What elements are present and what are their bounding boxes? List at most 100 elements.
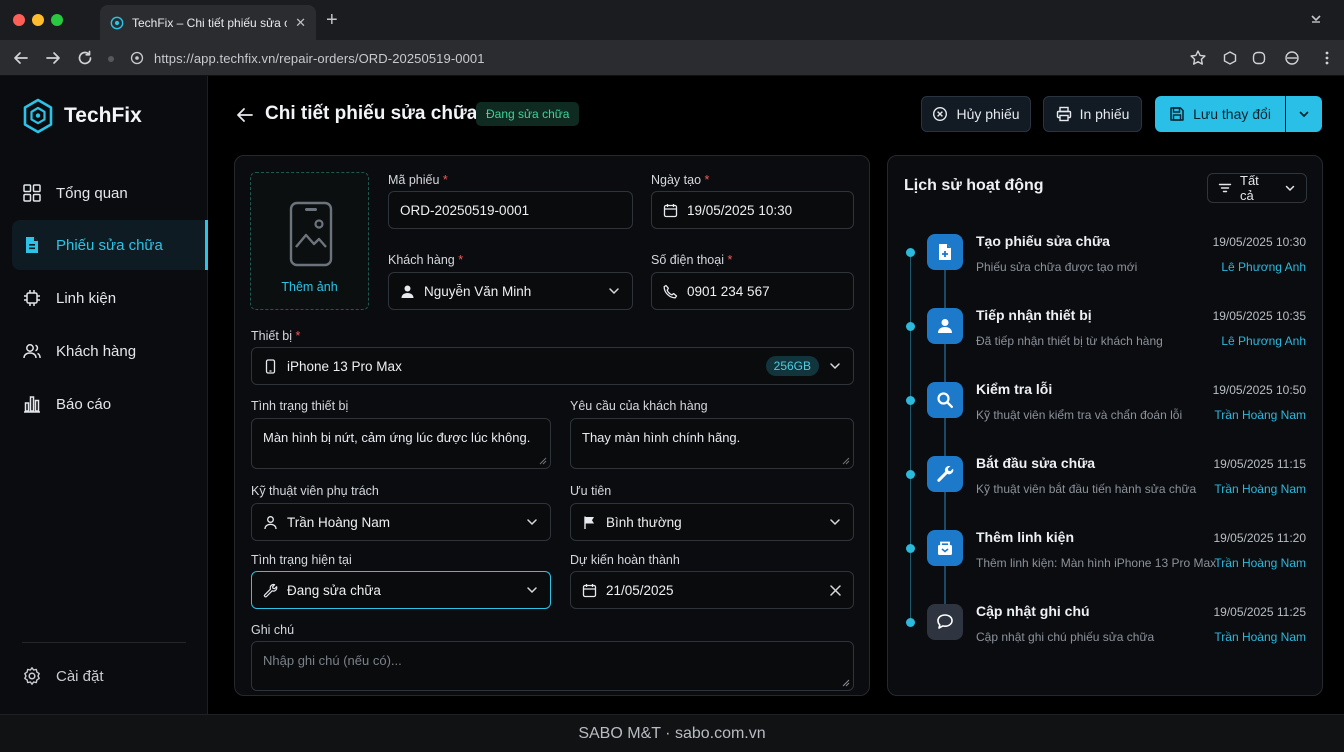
- event-user-link[interactable]: Trần Hoàng Nam: [1214, 408, 1306, 422]
- event-time: 19/05/2025 10:35: [1212, 309, 1306, 323]
- clear-icon[interactable]: [829, 584, 842, 597]
- chevron-down-icon: [830, 363, 840, 370]
- condition-value: Màn hình bị nứt, cảm ứng lúc được lúc kh…: [263, 430, 531, 445]
- due-date-field[interactable]: 21/05/2025: [570, 571, 854, 609]
- order-code-label-text: Mã phiếu: [388, 173, 440, 187]
- maximize-window-button[interactable]: [51, 14, 63, 26]
- resize-grip-icon[interactable]: [841, 456, 850, 465]
- status-badge: Đang sửa chữa: [476, 102, 580, 126]
- new-tab-button[interactable]: +: [326, 10, 338, 30]
- event-time: 19/05/2025 11:25: [1213, 605, 1306, 619]
- tab-list-chevron-icon[interactable]: [1310, 12, 1322, 24]
- tab-close-icon[interactable]: ✕: [295, 15, 306, 31]
- sidebar-item-overview[interactable]: Tổng quan: [12, 168, 208, 218]
- browser-back-icon[interactable]: [12, 49, 30, 67]
- event-user-link[interactable]: Trần Hoàng Nam: [1214, 630, 1306, 644]
- order-code-label: Mã phiếu *: [388, 173, 448, 187]
- activity-filter-select[interactable]: Tất cả: [1207, 173, 1307, 203]
- cancel-order-button[interactable]: Hủy phiếu: [921, 96, 1031, 132]
- technician-select[interactable]: Trần Hoàng Nam: [251, 503, 551, 541]
- event-title: Tiếp nhận thiết bị: [976, 307, 1092, 323]
- customer-select[interactable]: Nguyễn Văn Minh: [388, 272, 633, 310]
- request-value: Thay màn hình chính hãng.: [582, 430, 741, 445]
- minimize-window-button[interactable]: [32, 14, 44, 26]
- sidebar-item-reports[interactable]: Báo cáo: [12, 379, 208, 429]
- required-mark: *: [727, 253, 733, 267]
- phone-image-icon: [289, 201, 333, 267]
- resize-grip-icon[interactable]: [538, 456, 547, 465]
- required-mark: *: [704, 173, 710, 187]
- shield-extension-icon[interactable]: [1250, 49, 1268, 67]
- note-label: Ghi chú: [251, 623, 295, 637]
- calendar-icon: [582, 583, 597, 597]
- priority-select[interactable]: Bình thường: [570, 503, 854, 541]
- due-date-value: 21/05/2025: [606, 582, 674, 598]
- timeline-dot: [906, 618, 915, 627]
- phone-label: Số điện thoại *: [651, 253, 732, 267]
- sidebar-item-customers[interactable]: Khách hàng: [12, 326, 208, 376]
- order-code-field[interactable]: ORD-20250519-0001: [388, 191, 633, 229]
- browser-tab[interactable]: TechFix – Chi tiết phiếu sửa chữa ✕: [100, 5, 316, 40]
- resize-grip-icon[interactable]: [841, 678, 850, 687]
- wrench-icon: [937, 465, 954, 482]
- brand-logo[interactable]: TechFix: [22, 98, 142, 134]
- close-window-button[interactable]: [13, 14, 25, 26]
- save-options-dropdown[interactable]: [1286, 96, 1322, 132]
- sidebar-item-parts[interactable]: Linh kiện: [12, 273, 208, 323]
- save-changes-button[interactable]: Lưu thay đổi: [1155, 96, 1285, 132]
- back-arrow-icon[interactable]: [234, 104, 256, 126]
- due-date-label: Dự kiến hoàn thành: [570, 553, 680, 567]
- phone-label-text: Số điện thoại: [651, 253, 724, 267]
- phone-icon: [663, 284, 678, 298]
- event-title: Tạo phiếu sửa chữa: [976, 233, 1110, 249]
- sidebar-item-label: Báo cáo: [56, 395, 112, 413]
- profile-icon[interactable]: [1283, 49, 1301, 67]
- site-info-icon[interactable]: [130, 51, 144, 65]
- request-textarea[interactable]: Thay màn hình chính hãng.: [570, 418, 854, 469]
- event-user-link[interactable]: Trần Hoàng Nam: [1214, 482, 1306, 496]
- browser-menu-icon[interactable]: [1318, 49, 1336, 67]
- event-time: 19/05/2025 11:20: [1213, 531, 1306, 545]
- condition-textarea[interactable]: Màn hình bị nứt, cảm ứng lúc được lúc kh…: [251, 418, 551, 469]
- event-user-link[interactable]: Lê Phương Anh: [1221, 260, 1306, 274]
- phone-field[interactable]: 0901 234 567: [651, 272, 854, 310]
- print-button[interactable]: In phiếu: [1043, 96, 1142, 132]
- timeline-event-icon: [927, 456, 963, 492]
- smartphone-icon: [265, 358, 276, 374]
- tab-title: TechFix – Chi tiết phiếu sửa chữa: [132, 15, 287, 30]
- cancel-order-label: Hủy phiếu: [956, 106, 1020, 122]
- device-label-text: Thiết bị: [251, 329, 292, 343]
- event-user-link[interactable]: Lê Phương Anh: [1221, 334, 1306, 348]
- current-status-select[interactable]: Đang sửa chữa: [251, 571, 551, 609]
- extension-icon[interactable]: [1221, 49, 1239, 67]
- url-field[interactable]: https://app.techfix.vn/repair-orders/ORD…: [130, 46, 485, 70]
- browser-reload-icon[interactable]: [76, 49, 94, 67]
- activity-title: Lịch sử hoạt động: [904, 177, 1044, 194]
- event-description: Đã tiếp nhận thiết bị từ khách hàng: [976, 334, 1163, 348]
- bookmark-star-icon[interactable]: [1189, 49, 1207, 67]
- techfix-logo-icon: [23, 98, 53, 134]
- chat-icon: [937, 614, 953, 629]
- sidebar-item-repair-orders[interactable]: Phiếu sửa chữa: [12, 220, 208, 270]
- event-title: Bắt đầu sửa chữa: [976, 455, 1096, 471]
- browser-address-bar: https://app.techfix.vn/repair-orders/ORD…: [0, 40, 1344, 76]
- current-status-value: Đang sửa chữa: [287, 582, 381, 598]
- sidebar-item-label: Tổng quan: [56, 184, 128, 202]
- url-text: https://app.techfix.vn/repair-orders/ORD…: [154, 50, 485, 66]
- event-time: 19/05/2025 10:30: [1212, 235, 1306, 249]
- event-user-link[interactable]: Trần Hoàng Nam: [1214, 556, 1306, 570]
- created-at-label: Ngày tạo *: [651, 173, 709, 187]
- add-photo-label: Thêm ảnh: [281, 280, 338, 294]
- chevron-down-icon: [527, 519, 537, 526]
- sidebar-item-settings[interactable]: Cài đặt: [12, 651, 208, 701]
- add-photo-dropzone[interactable]: Thêm ảnh: [250, 172, 369, 310]
- timeline-event-icon: [927, 308, 963, 344]
- browser-forward-icon[interactable]: [44, 49, 62, 67]
- user-outline-icon: [264, 515, 277, 529]
- device-select[interactable]: iPhone 13 Pro Max 256GB: [251, 347, 854, 385]
- timeline-event-icon: [927, 604, 963, 640]
- created-at-field[interactable]: 19/05/2025 10:30: [651, 191, 854, 229]
- sidebar-item-label: Khách hàng: [56, 342, 137, 360]
- note-textarea[interactable]: Nhập ghi chú (nếu có)...: [251, 641, 854, 691]
- timeline-line: [910, 252, 911, 622]
